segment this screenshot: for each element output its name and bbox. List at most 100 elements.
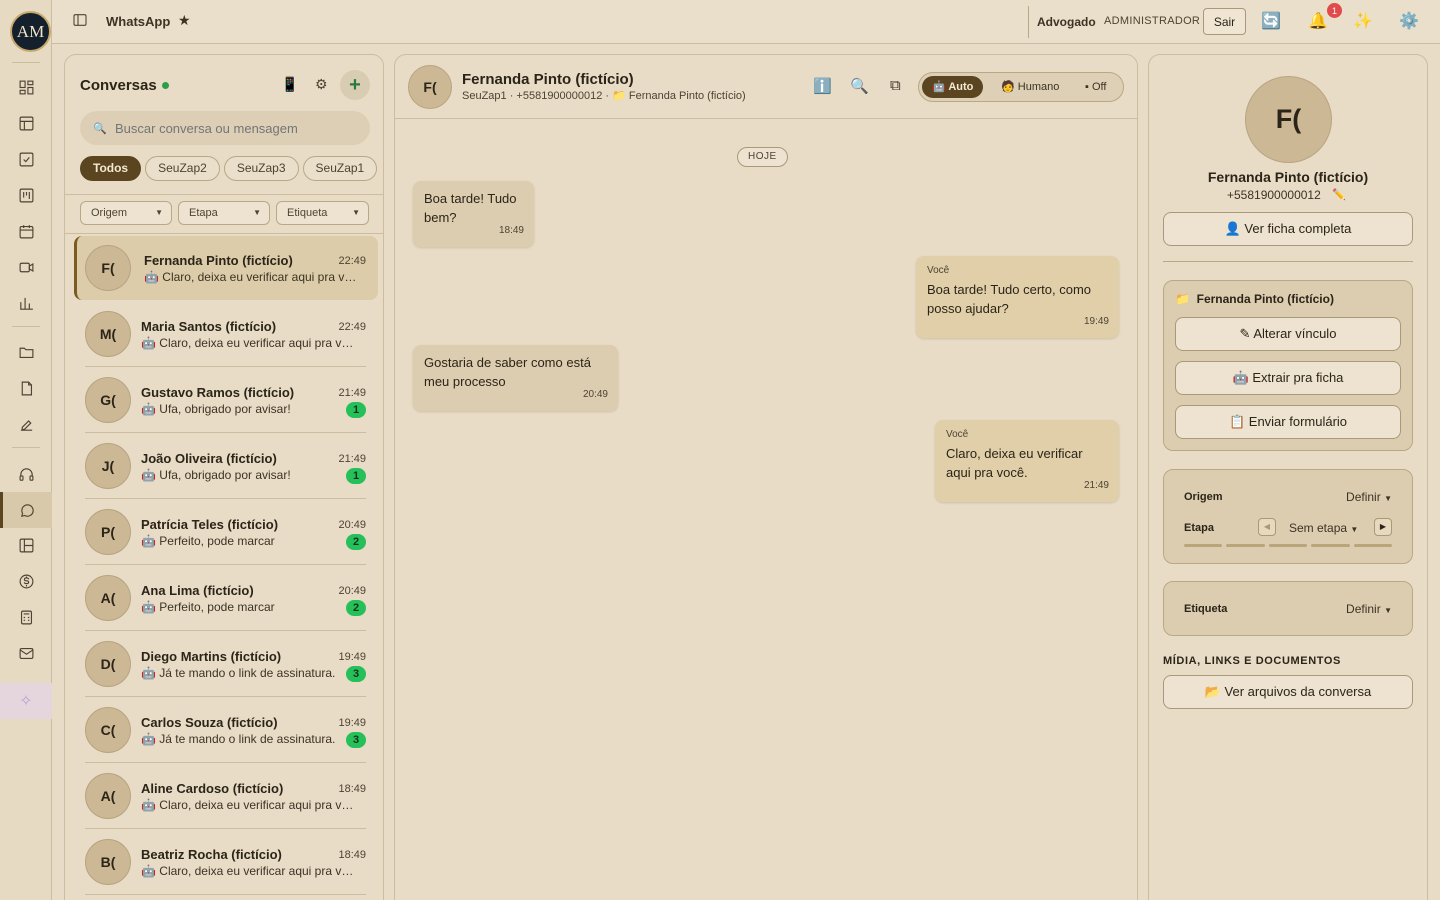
favorite-star-icon[interactable]: ★	[178, 12, 191, 29]
search-messages-icon[interactable]: 🔍	[850, 77, 869, 95]
origem-filter[interactable]: Origem ▼	[80, 201, 172, 225]
row-divider	[85, 366, 366, 367]
caret-down-icon: ▼	[352, 208, 360, 217]
new-conversation-button[interactable]: +	[340, 70, 370, 100]
bot-mode-toggle: 🤖 Auto 🧑 Humano ▪ Off	[918, 72, 1124, 102]
app-logo[interactable]: AM	[10, 11, 51, 52]
conversation-item[interactable]: B(Beatriz Rocha (fictício) 18:49 🤖 Claro, …	[74, 830, 378, 895]
bell-icon[interactable]: 🔔	[1308, 11, 1328, 31]
message-text: Gostaria de saber como está meu processo	[424, 355, 591, 389]
contact-avatar: J(	[85, 443, 131, 489]
folder-icon[interactable]	[0, 334, 52, 370]
conversation-item[interactable]: A(Aline Cardoso (fictício) 18:49 🤖 Claro, …	[74, 764, 378, 829]
gear-icon[interactable]: ⚙	[315, 76, 328, 93]
sparkle-icon[interactable]: ✧	[0, 683, 52, 719]
conversation-item[interactable]: G(Gustavo Ramos (fictício) 21:49 🤖 Ufa, ob…	[74, 368, 378, 433]
chip-seuzap1[interactable]: SeuZap1	[302, 156, 378, 181]
unread-count-badge: 1	[346, 402, 366, 418]
conversation-item[interactable]: C(Carlos Souza (fictício) 19:49 🤖 Já te ma…	[74, 698, 378, 763]
copy-icon[interactable]: ⧉	[890, 77, 901, 94]
search-input[interactable]	[80, 111, 370, 145]
contact-avatar[interactable]: F(	[408, 65, 452, 109]
tasks-icon[interactable]	[0, 141, 52, 177]
panel-icon[interactable]	[0, 105, 52, 141]
etapa-select[interactable]: Sem etapa ▼	[1289, 521, 1358, 535]
conversation-item[interactable]: M(Maria Santos (fictício) 22:49 🤖 Claro, d…	[74, 302, 378, 367]
next-stage-button[interactable]: ▶	[1374, 518, 1392, 536]
unread-count-badge: 2	[346, 600, 366, 616]
contact-large-avatar: F(	[1245, 76, 1332, 163]
edit-pencil-icon[interactable]: ✏️	[1332, 188, 1346, 201]
conversation-item[interactable]: D(Diego Martins (fictício) 19:49 🤖 Já te m…	[74, 632, 378, 697]
conversation-item[interactable]: F(Fernanda Pinto (fictício) 22:49 🤖 Claro,…	[74, 236, 378, 300]
view-full-profile-button[interactable]: 👤 Ver ficha completa	[1163, 212, 1413, 246]
settings-gear-icon[interactable]: ⚙️	[1399, 11, 1419, 31]
etiqueta-select[interactable]: Definir ▼	[1346, 602, 1392, 616]
refresh-icon[interactable]: 🔄	[1261, 11, 1281, 31]
unread-count-badge: 3	[346, 666, 366, 682]
message-bubble-out[interactable]: Você Boa tarde! Tudo certo, como posso a…	[916, 256, 1119, 338]
etapa-filter[interactable]: Etapa ▼	[178, 201, 270, 225]
chat-icon[interactable]	[0, 492, 52, 528]
last-message-preview: 🤖 Claro, deixa eu verificar aqui pra voc…	[141, 798, 356, 812]
contact-phone: +5581900000012	[1227, 188, 1321, 202]
last-message-time: 18:49	[338, 783, 366, 795]
mail-icon[interactable]	[0, 635, 52, 671]
message-sender: Você	[946, 429, 969, 440]
analytics-icon[interactable]	[0, 285, 52, 321]
dashboard-icon[interactable]	[0, 69, 52, 105]
contact-name: Carlos Souza (fictício)	[141, 715, 278, 730]
case-card: 📁 Fernanda Pinto (fictício) ✎ Alterar ví…	[1163, 280, 1413, 451]
phone-icon[interactable]: 📱	[281, 76, 298, 93]
chat-contact-name: Fernanda Pinto (fictício)	[462, 71, 634, 88]
media-section-title: MÍDIA, LINKS E DOCUMENTOS	[1163, 655, 1341, 667]
top-bar: WhatsApp ★ Advogado ADMINISTRADOR Sair 🔄…	[52, 0, 1440, 44]
origem-select[interactable]: Definir ▼	[1346, 490, 1392, 504]
contact-name: Ana Lima (fictício)	[141, 583, 254, 598]
extract-to-profile-button[interactable]: 🤖 Extrair pra ficha	[1175, 361, 1401, 395]
chip-seuzap2[interactable]: SeuZap2	[145, 156, 220, 181]
video-icon[interactable]	[0, 249, 52, 285]
contact-name: Beatriz Rocha (fictício)	[141, 847, 282, 862]
send-form-button[interactable]: 📋 Enviar formulário	[1175, 405, 1401, 439]
headset-icon[interactable]	[0, 456, 52, 492]
divider	[1163, 261, 1413, 262]
logout-button[interactable]: Sair	[1203, 8, 1246, 35]
mode-humano[interactable]: 🧑 Humano	[991, 76, 1069, 98]
conversation-item[interactable]: A(Ana Lima (fictício) 20:49 🤖 Perfeito, po…	[74, 566, 378, 631]
change-link-button[interactable]: ✎ Alterar vínculo	[1175, 317, 1401, 351]
prev-stage-button[interactable]: ◀	[1258, 518, 1276, 536]
message-bubble-in[interactable]: Gostaria de saber como está meu processo…	[413, 345, 618, 411]
row-divider	[85, 432, 366, 433]
row-divider	[85, 696, 366, 697]
mode-off[interactable]: ▪ Off	[1075, 76, 1116, 98]
row-divider	[85, 498, 366, 499]
view-files-button[interactable]: 📂 Ver arquivos da conversa	[1163, 675, 1413, 709]
message-bubble-in[interactable]: Boa tarde! Tudo bem? 18:49	[413, 181, 534, 247]
conversation-item[interactable]: J(João Oliveira (fictício) 21:49 🤖 Ufa, ob…	[74, 434, 378, 499]
etiqueta-filter[interactable]: Etiqueta ▼	[276, 201, 369, 225]
calendar-icon[interactable]	[0, 213, 52, 249]
conversations-title: Conversas	[80, 77, 157, 94]
message-bubble-out[interactable]: Você Claro, deixa eu verificar aqui pra …	[935, 420, 1119, 502]
sparkles-icon[interactable]: ✨	[1353, 11, 1373, 31]
calculator-icon[interactable]	[0, 599, 52, 635]
chip-seuzap3[interactable]: SeuZap3	[223, 156, 299, 181]
mode-auto[interactable]: 🤖 Auto	[922, 76, 984, 98]
finance-icon[interactable]	[0, 563, 52, 599]
kanban-icon[interactable]	[0, 177, 52, 213]
chip-todos[interactable]: Todos	[80, 156, 142, 181]
last-message-preview: 🤖 Já te mando o link de assinatura.	[141, 732, 336, 746]
contact-avatar: F(	[85, 245, 131, 291]
signature-icon[interactable]	[0, 406, 52, 442]
origem-label: Origem	[1184, 491, 1223, 503]
sidebar-toggle-icon[interactable]	[72, 12, 90, 30]
last-message-time: 20:49	[338, 519, 366, 531]
reports-icon[interactable]	[0, 527, 52, 563]
document-icon[interactable]	[0, 370, 52, 406]
info-icon[interactable]: ℹ️	[813, 77, 832, 95]
caret-down-icon: ▼	[1384, 606, 1392, 615]
conversation-list-panel: Conversas 📱 ⚙ + 🔍 TodosSeuZap2SeuZap3Seu…	[64, 54, 384, 900]
notification-badge: 1	[1327, 3, 1342, 18]
conversation-item[interactable]: P(Patrícia Teles (fictício) 20:49 🤖 Perfei…	[74, 500, 378, 565]
